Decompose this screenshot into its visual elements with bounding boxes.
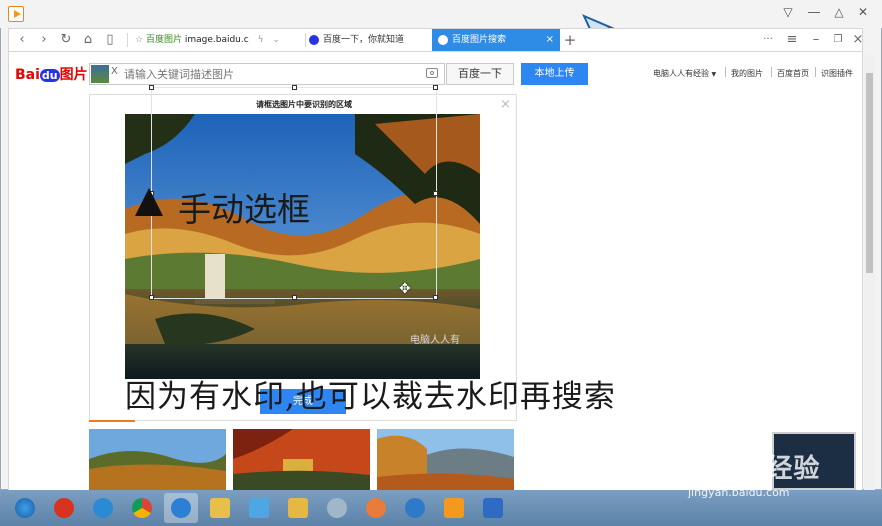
tab-separator [127,33,128,47]
reading-list-icon[interactable]: ▯ [101,31,119,49]
crop-handle[interactable] [292,295,297,300]
camera-icon[interactable] [426,68,438,78]
tab-baidu-image-search[interactable]: 百度图片搜索 × [432,29,560,51]
minimize-inner-icon[interactable]: – [807,31,825,49]
baidu-logo[interactable]: Bai du 图片 [15,64,88,84]
image-plugin-link[interactable]: 识图插件 [821,68,853,79]
home-icon[interactable]: ⌂ [79,31,97,49]
link-separator [815,67,816,77]
video-player-icon[interactable] [437,493,471,523]
tab-bar: ‹ › ↻ ⌂ ▯ ☆ 百度图片 image.baidu.c ϟ ⌄ 百度一下，… [8,28,863,52]
windows-start-icon[interactable] [8,493,42,523]
folder-icon[interactable] [203,493,237,523]
ie-icon[interactable] [86,493,120,523]
close-dialog-icon[interactable]: × [500,97,511,112]
crop-handle[interactable] [433,191,438,196]
close-window-icon[interactable]: ✕ [853,3,873,21]
chevron-down-icon[interactable]: ⌄ [272,35,280,45]
caret-down-icon: ▼ [711,71,717,78]
crop-handle[interactable] [149,295,154,300]
paint-icon[interactable] [359,493,393,523]
annotation-caption: 因为有水印,也可以裁去水印再搜索 [125,379,616,415]
link-separator [771,67,772,77]
remove-image-button[interactable]: X [111,66,118,77]
search-image-thumbnail [91,65,109,83]
crop-handle[interactable] [433,295,438,300]
baidu-home-link[interactable]: 百度首页 [777,68,809,79]
tab-label: 百度图片 [145,35,182,45]
tab-baidu-image[interactable]: ☆ 百度图片 image.baidu.c ϟ ⌄ [135,29,305,51]
brand-url: jingyan.baidu.com [688,486,790,499]
forward-icon[interactable]: › [35,31,53,49]
pinned-app-icon[interactable] [47,493,81,523]
explorer-icon[interactable] [281,493,315,523]
star-icon[interactable]: ☆ [135,35,143,45]
lightning-icon: ϟ [257,35,264,45]
settings-icon[interactable] [320,493,354,523]
crop-handle[interactable] [433,85,438,90]
browser-icon[interactable] [164,493,198,523]
back-icon[interactable]: ‹ [13,31,31,49]
tab-label: 百度图片搜索 [452,35,507,45]
logo-paw: du [39,69,60,82]
scrollbar-thumb[interactable] [866,73,873,273]
annotation-text: 手动选框 [178,190,310,229]
my-images-link[interactable]: 我的图片 [731,68,763,79]
refresh-icon[interactable]: ↻ [57,31,75,49]
tab-baidu-search[interactable]: 百度一下，你就知道 [309,29,431,51]
tab-indicator [89,420,135,422]
search-input[interactable] [124,65,414,83]
baidu-paw-icon [309,34,319,45]
minimize-icon[interactable]: ― [804,3,824,21]
search-button[interactable]: 百度一下 [446,63,514,85]
search-box[interactable]: X [89,63,445,85]
close-tab-icon[interactable]: × [546,29,554,51]
dropdown-control-icon[interactable]: ▽ [778,3,798,21]
new-tab-button[interactable]: + [561,31,579,49]
crop-handle[interactable] [149,85,154,90]
user-menu-link[interactable]: 电脑人人有经验 ▼ [653,68,716,79]
more-options-icon[interactable]: ··· [759,31,777,49]
browser-app-icon [8,6,24,22]
upload-button[interactable]: 本地上传 [521,63,588,85]
photo-watermark: 电脑人人有 [410,335,460,346]
user-name: 电脑人人有经验 [653,69,709,78]
vertical-scrollbar[interactable] [864,55,875,490]
title-bar: ▽ ― △ ✕ [0,0,882,28]
link-separator [725,67,726,77]
result-thumbnail[interactable] [377,429,514,490]
maximize-icon[interactable]: △ [829,3,849,21]
tab-label: 百度一下，你就知道 [323,35,405,45]
menu-icon[interactable]: ≡ [783,31,801,49]
office-icon[interactable] [476,493,510,523]
logo-image-text: 图片 [59,67,88,83]
media-icon[interactable] [398,493,432,523]
result-thumbnail[interactable] [233,429,370,490]
baidu-paw-icon [438,34,448,45]
network-icon[interactable] [242,493,276,523]
crop-handle[interactable] [292,85,297,90]
brand-watermark: Baidu经验 [678,454,821,484]
tab-url: image.baidu.c [184,35,249,45]
move-cursor-icon: ✥ [399,281,411,297]
chrome-icon[interactable] [125,493,159,523]
close-inner-icon[interactable]: × [849,31,867,49]
pointer-triangle-icon [135,188,163,216]
tab-separator [305,33,306,47]
logo-text: Bai [15,67,40,83]
result-thumbnail[interactable] [89,429,226,490]
restore-icon[interactable]: ❐ [829,31,847,49]
